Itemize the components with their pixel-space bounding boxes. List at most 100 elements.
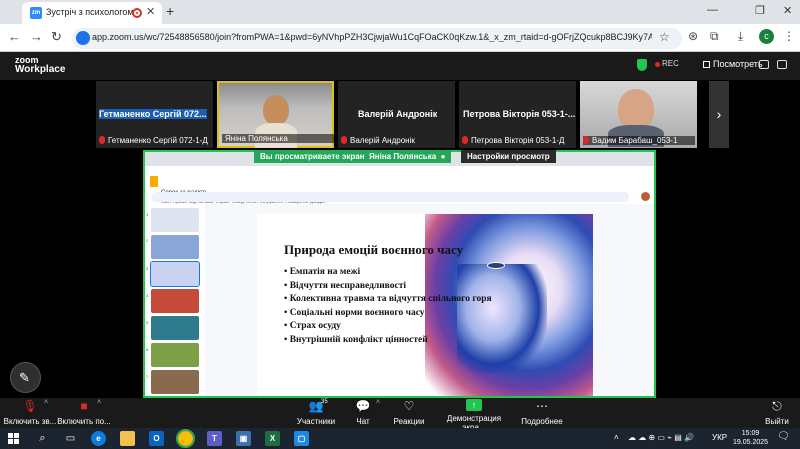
layout-icon[interactable] (759, 60, 769, 69)
participant-tile[interactable]: Петрова Вікторія 053-1-... Петрова Вікто… (459, 81, 576, 148)
thumb-number: 1 (146, 212, 149, 217)
download-icon[interactable]: ⤓ (738, 29, 743, 44)
restore-icon[interactable]: ❐ (755, 4, 765, 17)
fullscreen-icon[interactable] (777, 60, 787, 69)
windows-start-icon[interactable] (8, 433, 19, 444)
teams-icon[interactable]: T (207, 431, 222, 446)
profile-avatar[interactable]: c (759, 29, 774, 44)
share-screen-button[interactable]: ↑ Демонстрация экра... (436, 398, 512, 432)
participant-tile-active[interactable]: Яніна Полянська (217, 81, 334, 148)
new-tab-icon[interactable]: + (166, 3, 174, 19)
slide-thumbnails: 1 2 3 4 5 6 7 (145, 204, 205, 396)
slide-bullet: • Емпатія на межі (284, 267, 361, 277)
share-banner: Вы просматриваете экран Яніна Полянська … (254, 150, 556, 163)
chrome-icon[interactable] (176, 429, 195, 448)
current-slide: Природа емоцій воєнного часу • Емпатія н… (257, 214, 593, 396)
presenter-dot-icon: ● (440, 152, 446, 161)
back-icon[interactable]: ← (8, 29, 21, 44)
keyboard-language[interactable]: УКР (712, 433, 727, 442)
participants-button[interactable]: 👥 Участники (293, 398, 339, 426)
leave-door-icon: ⎋ (772, 399, 782, 413)
participants-icon: 👥 (308, 399, 324, 413)
view-options-button[interactable]: Настройки просмотр (461, 150, 556, 163)
task-view-icon[interactable]: ▭ (63, 431, 78, 446)
slide-thumbnail (151, 370, 199, 394)
window-close-icon[interactable]: ✕ (783, 4, 792, 17)
more-button[interactable]: ⋯ Подробнее (520, 398, 564, 426)
slide-canvas: Природа емоцій воєнного часу • Емпатія н… (205, 204, 654, 396)
edge-browser-icon[interactable]: e (91, 431, 106, 446)
slide-bullet: • Колективна травма та відчуття спільног… (284, 294, 492, 305)
audio-options-chevron-icon[interactable]: ˄ (44, 399, 48, 406)
reload-icon[interactable]: ↻ (51, 29, 62, 45)
clock-time: 15:09 (741, 430, 760, 437)
site-info-icon[interactable] (76, 31, 90, 45)
encryption-shield-icon[interactable] (637, 59, 647, 71)
participant-caption: Петрова Вікторія 053-1-Д (462, 136, 574, 145)
tab-title: Зустріч з психологом (46, 7, 134, 17)
muted-mic-icon (99, 136, 105, 144)
muted-mic-icon (341, 136, 347, 144)
chat-button[interactable]: 💬 Чат (349, 398, 377, 426)
thumb-number: 6 (146, 347, 149, 352)
extension-icon[interactable]: ⊛ (688, 29, 698, 43)
browser-tab[interactable]: zm Зустріч з психологом ✕ (22, 2, 162, 24)
slide-bullet: • Страх осуду (284, 321, 341, 332)
app-icon[interactable]: ▣ (236, 431, 251, 446)
url-text[interactable]: app.zoom.us/wc/72548856580/join?fromPWA=… (92, 32, 652, 42)
pen-icon: ✎ (19, 370, 30, 385)
reactions-button[interactable]: ♡ Реакции (390, 398, 428, 426)
recording-indicator-icon (132, 8, 142, 18)
annotate-pen-button[interactable]: ✎ (10, 362, 41, 393)
participant-caption: Гетманенко Сергій 072-1-Д (99, 136, 211, 145)
outlook-icon[interactable]: O (149, 431, 164, 446)
file-explorer-icon[interactable] (120, 431, 135, 446)
search-icon[interactable]: ⌕ (35, 431, 50, 446)
participant-caption: Вадим Барабаш_053-1 (583, 136, 695, 145)
participant-tile[interactable]: Валерій Андронік Валерій Андронік (338, 81, 455, 148)
browser-tab-strip: zm Зустріч з психологом ✕ + — ❐ ✕ (0, 0, 800, 24)
menu-kebab-icon[interactable]: ⋮ (783, 29, 795, 43)
clock-date: 19.05.2025 (733, 439, 769, 446)
view-button[interactable]: Посмотреть (713, 59, 763, 69)
viewing-screen-message: Вы просматриваете экран Яніна Полянська … (254, 150, 452, 163)
shared-screen[interactable]: Сорок за радість Файл Правка Вид Вставка… (143, 150, 656, 398)
shared-avatar (641, 192, 650, 201)
zoom-favicon-icon: zm (30, 7, 42, 19)
tray-app-icons[interactable]: ☁ ☁ ⊕ ▭ ⌁ ▤ 🔊 (628, 433, 694, 442)
participant-tile[interactable]: Гетманенко Сергій 072... Гетманенко Серг… (96, 81, 213, 148)
shared-slides-menu: Сорок за радість Файл Правка Вид Вставка… (145, 166, 654, 208)
slide-bullet: • Внутрішній конфлікт цінностей (284, 334, 428, 345)
forward-icon[interactable]: → (30, 29, 43, 44)
next-participants-arrow-icon[interactable]: › (709, 81, 729, 148)
bookmark-star-icon[interactable]: ☆ (659, 30, 670, 44)
app-monitor-icon[interactable]: ▢ (294, 431, 309, 446)
address-bar[interactable]: app.zoom.us/wc/72548856580/join?fromPWA=… (72, 28, 682, 49)
video-options-chevron-icon[interactable]: ˄ (97, 399, 101, 406)
rec-label[interactable]: REC (662, 59, 679, 68)
leave-button[interactable]: ⎋ Выйти (762, 398, 792, 426)
excel-icon[interactable]: X (265, 431, 280, 446)
windows-taskbar: ⌕ ▭ e O T ▣ X ▢ ˄ ☁ ☁ ⊕ ▭ ⌁ ▤ 🔊 УКР 15:0… (0, 428, 800, 449)
notification-icon[interactable]: 🗨 (777, 431, 790, 442)
unmute-button[interactable]: 🎙 Включить зв... (2, 398, 58, 426)
participant-caption: Яніна Полянська (222, 134, 334, 143)
participant-name: Петрова Вікторія 053-1-... (463, 109, 576, 119)
chat-icon: 💬 (355, 399, 371, 413)
thumb-number: 3 (146, 266, 149, 271)
system-clock[interactable]: 15:09 19.05.2025 (733, 429, 768, 447)
browser-toolbar: ← → ↻ app.zoom.us/wc/72548856580/join?fr… (0, 24, 800, 52)
slide-thumbnail (151, 343, 199, 367)
shared-slides-toolbar (151, 192, 629, 202)
extensions-puzzle-icon[interactable]: ⧉ (710, 29, 719, 44)
chat-options-chevron-icon[interactable]: ˄ (376, 399, 380, 406)
tray-chevron-icon[interactable]: ˄ (614, 433, 619, 442)
minimize-icon[interactable]: — (707, 4, 718, 16)
muted-mic-icon (583, 136, 589, 144)
tab-close-icon[interactable]: ✕ (146, 5, 155, 18)
participant-tile[interactable]: Вадим Барабаш_053-1 (580, 81, 697, 148)
slide-bullet: • Соціальні норми воєнного часу (284, 307, 425, 318)
start-video-button[interactable]: ■ Включить по... (56, 398, 112, 426)
slide-thumbnail (151, 289, 199, 313)
rec-dot-icon (655, 62, 660, 67)
